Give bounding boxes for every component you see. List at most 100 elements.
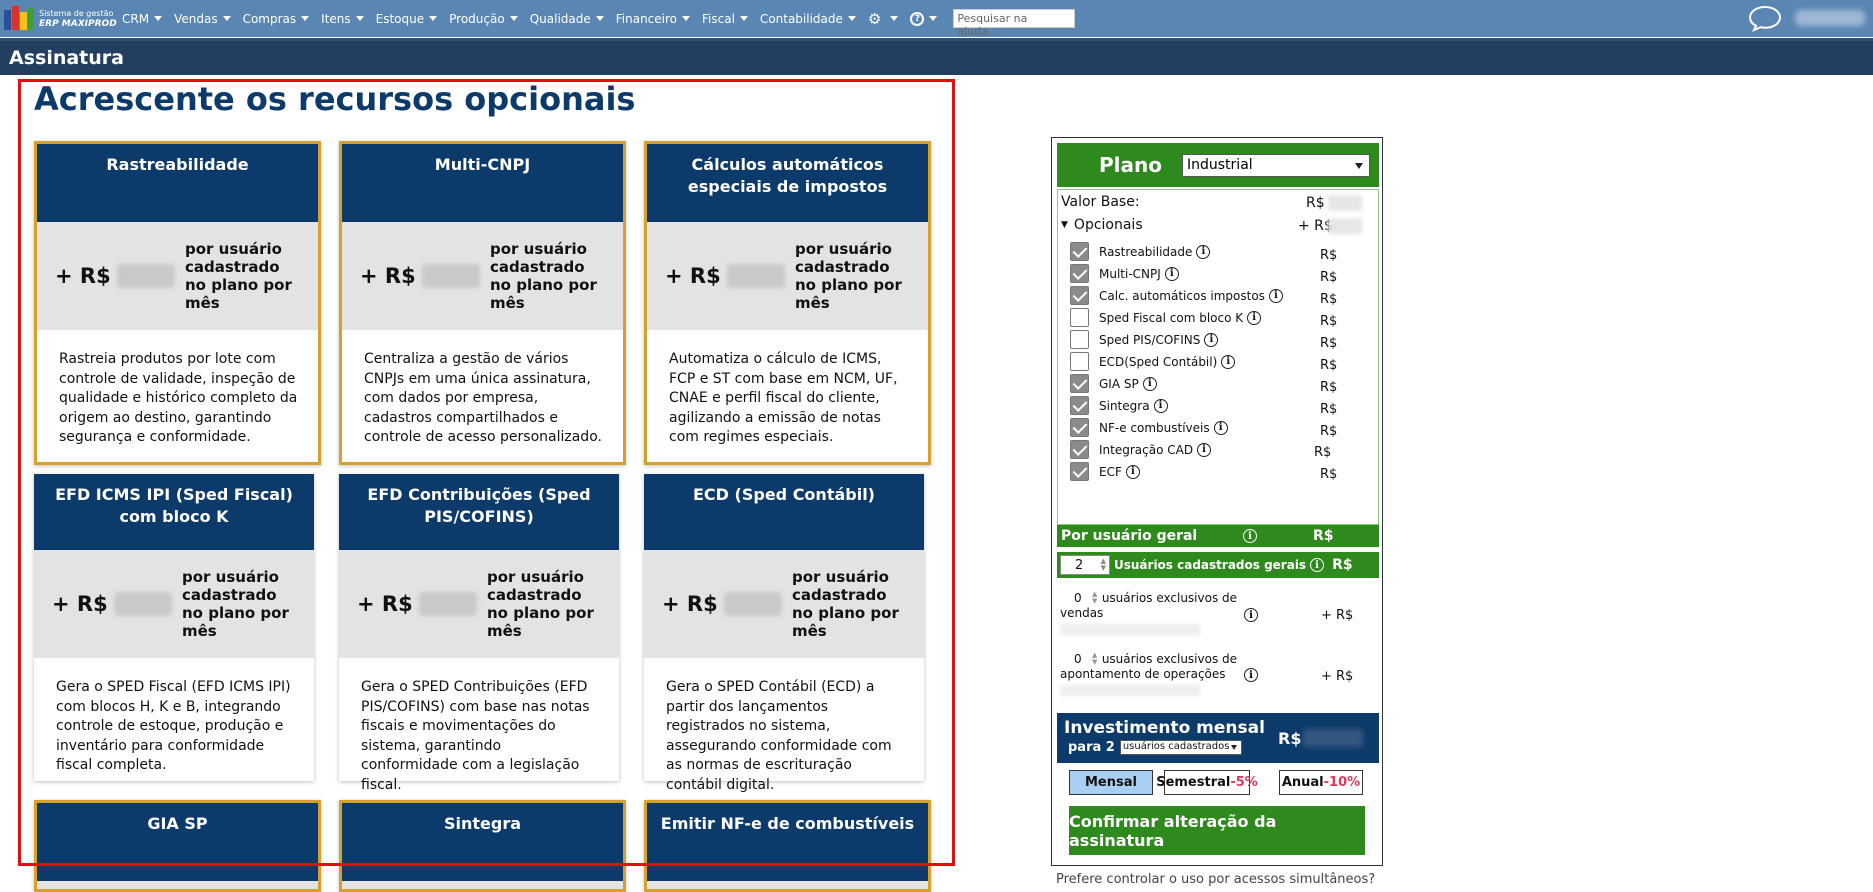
info-icon[interactable]: i xyxy=(1204,332,1219,347)
apont-currency: + R$ xyxy=(1321,669,1354,684)
price-value xyxy=(723,592,782,616)
menu-compras[interactable]: Compras xyxy=(243,12,310,26)
checkbox[interactable] xyxy=(1070,418,1089,437)
help-search-input[interactable]: Pesquisar na ajuda... xyxy=(953,9,1076,38)
checkbox[interactable] xyxy=(1070,242,1089,261)
info-icon[interactable]: i xyxy=(1244,668,1258,682)
card-sped-contribuicoes[interactable]: EFD Contribuições (Sped PIS/COFINS) + R$… xyxy=(339,474,619,793)
checkbox[interactable] xyxy=(1070,264,1089,283)
checkbox[interactable] xyxy=(1070,286,1089,305)
option-ecf[interactable]: ECF i xyxy=(1070,462,1140,481)
period-anual[interactable]: Anual -10% xyxy=(1279,770,1363,795)
option-ecd[interactable]: ECD(Sped Contábil) i xyxy=(1070,352,1236,371)
checkbox[interactable] xyxy=(1070,308,1089,327)
menu-estoque[interactable]: Estoque xyxy=(376,12,438,26)
checkbox[interactable] xyxy=(1070,396,1089,415)
card-gia-sp[interactable]: GIA SP xyxy=(34,800,321,892)
menu-producao[interactable]: Produção xyxy=(449,12,518,26)
price-value xyxy=(421,264,480,288)
checkbox[interactable] xyxy=(1070,352,1089,371)
period-semestral[interactable]: Semestral -5% xyxy=(1156,770,1258,795)
card-price: + R$ por usuário cadastrado no plano por… xyxy=(34,550,314,658)
period-mensal[interactable]: Mensal xyxy=(1069,770,1153,795)
info-icon[interactable]: i xyxy=(1142,376,1157,391)
logo[interactable]: Sistema de gestão ERP MAXIPROD xyxy=(4,5,122,32)
apont-count-input[interactable]: 0 ▲ ▼ xyxy=(1060,652,1098,667)
option-calc-impostos[interactable]: Calc. automáticos impostos i xyxy=(1070,286,1283,305)
vendas-users: 0 ▲ ▼ usuários exclusivos de vendas xyxy=(1060,591,1237,621)
option-sped-fiscal[interactable]: Sped Fiscal com bloco Ki xyxy=(1070,308,1262,327)
menu-qualidade[interactable]: Qualidade xyxy=(530,12,604,26)
subscription-panel: Plano Industrial Valor Base: R$ ▼ Opcion… xyxy=(1051,137,1383,866)
price-prefix: + R$ xyxy=(662,592,718,616)
plan-select[interactable]: Industrial xyxy=(1182,153,1370,177)
investment-box: Investimento mensal para 2 usuários cada… xyxy=(1057,713,1379,763)
spinner-icon[interactable]: ▲ ▼ xyxy=(1092,652,1097,666)
users-type-select[interactable]: usuários cadastrados xyxy=(1119,740,1242,755)
card-title: Cálculos automáticos especiais de impost… xyxy=(647,144,928,222)
info-icon[interactable]: i xyxy=(1164,266,1179,281)
settings-menu[interactable]: ⚙ xyxy=(868,10,899,28)
checkbox[interactable] xyxy=(1070,330,1089,349)
option-integracao-cad[interactable]: Integração CAD i xyxy=(1070,440,1212,459)
card-title: Rastreabilidade xyxy=(37,144,318,222)
menu-fiscal[interactable]: Fiscal xyxy=(702,12,748,26)
card-rastreabilidade[interactable]: Rastreabilidade + R$ por usuário cadastr… xyxy=(34,141,321,465)
price-unit: por usuário cadastrado no plano por mês xyxy=(792,568,899,640)
users-count-input[interactable]: 2 ▲ ▼ xyxy=(1060,555,1110,575)
chevron-down-icon xyxy=(847,16,856,21)
help-menu[interactable]: ? xyxy=(910,11,938,26)
card-title: Sintegra xyxy=(342,803,623,881)
info-icon[interactable]: i xyxy=(1153,398,1168,413)
logo-line1: Sistema de gestão xyxy=(39,8,114,18)
chevron-down-icon xyxy=(355,16,364,21)
spinner-icon[interactable]: ▲ ▼ xyxy=(1101,558,1106,572)
menu-itens[interactable]: Itens xyxy=(321,12,364,26)
card-description: Gera o SPED Fiscal (EFD ICMS IPI) com bl… xyxy=(56,679,291,773)
chat-icon[interactable] xyxy=(1747,4,1783,32)
option-gia-sp[interactable]: GIA SP i xyxy=(1070,374,1157,393)
main-menu: CRM Vendas Compras Itens Estoque Produçã… xyxy=(122,9,1076,38)
spinner-icon[interactable]: ▲ ▼ xyxy=(1092,591,1097,605)
info-icon[interactable]: i xyxy=(1247,310,1262,325)
card-multi-cnpj[interactable]: Multi-CNPJ + R$ por usuário cadastrado n… xyxy=(339,141,626,465)
menu-contabilidade[interactable]: Contabilidade xyxy=(760,12,856,26)
checkbox[interactable] xyxy=(1070,440,1089,459)
concurrent-access-link[interactable]: Prefere controlar o uso por acessos simu… xyxy=(1056,872,1375,887)
menu-financeiro[interactable]: Financeiro xyxy=(616,12,691,26)
option-nfe-combustiveis[interactable]: NF-e combustíveis i xyxy=(1070,418,1228,437)
card-sintegra[interactable]: Sintegra xyxy=(339,800,626,892)
card-sped-fiscal[interactable]: EFD ICMS IPI (Sped Fiscal) com bloco K +… xyxy=(34,474,314,781)
menu-vendas[interactable]: Vendas xyxy=(174,12,231,26)
info-icon[interactable]: i xyxy=(1243,529,1257,543)
option-multi-cnpj[interactable]: Multi-CNPJ i xyxy=(1070,264,1179,283)
info-icon[interactable]: i xyxy=(1197,442,1212,457)
info-icon[interactable]: i xyxy=(1196,244,1211,259)
option-currency: R$ xyxy=(1320,467,1338,482)
valor-base-label: Valor Base: xyxy=(1061,194,1140,210)
info-icon[interactable]: i xyxy=(1268,288,1283,303)
card-sped-contabil[interactable]: ECD (Sped Contábil) + R$ por usuário cad… xyxy=(644,474,924,793)
info-icon[interactable]: i xyxy=(1221,354,1236,369)
card-calculos-impostos[interactable]: Cálculos automáticos especiais de impost… xyxy=(644,141,931,465)
section-title: Acrescente os recursos opcionais xyxy=(34,80,636,118)
logo-icon xyxy=(4,5,34,32)
info-icon[interactable]: i xyxy=(1213,420,1228,435)
info-icon[interactable]: i xyxy=(1125,464,1140,479)
price-value xyxy=(113,592,172,616)
option-sintegra[interactable]: Sintegra i xyxy=(1070,396,1168,415)
user-account[interactable] xyxy=(1795,10,1865,26)
vendas-count-input[interactable]: 0 ▲ ▼ xyxy=(1060,591,1098,606)
option-rastreabilidade[interactable]: Rastreabilidade i xyxy=(1070,242,1211,261)
confirm-button[interactable]: Confirmar alteração da assinatura xyxy=(1069,806,1365,855)
info-icon[interactable]: i xyxy=(1310,558,1325,572)
checkbox[interactable] xyxy=(1070,462,1089,481)
menu-crm[interactable]: CRM xyxy=(122,12,163,26)
option-sped-pis-cofins[interactable]: Sped PIS/COFINS i xyxy=(1070,330,1219,349)
info-icon[interactable]: i xyxy=(1244,608,1258,622)
checkbox[interactable] xyxy=(1070,374,1089,393)
card-nfe-combustiveis[interactable]: Emitir NF-e de combustíveis xyxy=(644,800,931,892)
top-nav: Sistema de gestão ERP MAXIPROD CRM Venda… xyxy=(0,0,1873,38)
card-description: Rastreia produtos por lote com controle … xyxy=(59,351,298,445)
vendas-label-2: vendas xyxy=(1060,606,1104,620)
